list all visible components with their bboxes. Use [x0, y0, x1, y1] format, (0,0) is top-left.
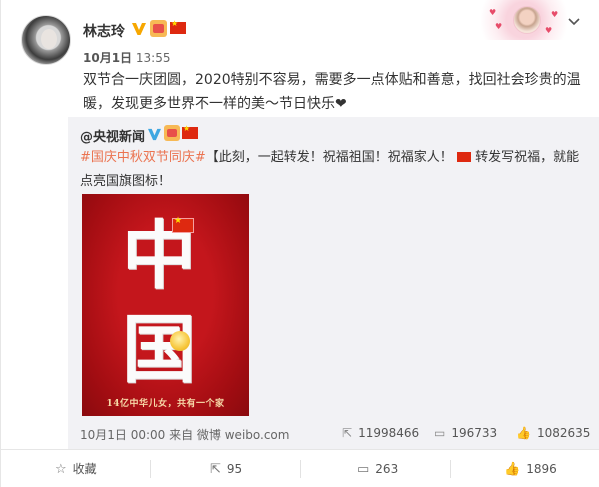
repost-likes-count: 1082635 — [536, 426, 591, 440]
post-text: 双节合一庆团圆，2020特别不容易，需要多一点体贴和善意，找回社会珍贵的温暖，发… — [83, 72, 581, 112]
china-flag-icon — [170, 19, 186, 34]
decorative-header-image: ♥ ♥ ♥ ♥ — [481, 0, 567, 40]
repost-comments[interactable]: ▭ 196733 — [434, 426, 497, 440]
repost-reposts[interactable]: ⇱ 11998466 — [342, 426, 419, 440]
repost-author[interactable]: @央视新闻 — [80, 126, 145, 145]
author-avatar[interactable] — [21, 15, 71, 65]
repost-text-part1: 【此刻，一起转发！祝福祖国！祝福家人！ — [205, 150, 453, 165]
topic-hashtag-link[interactable]: #国庆中秋双节同庆# — [80, 150, 206, 165]
comment-icon: ▭ — [434, 426, 446, 440]
post-timestamp[interactable]: 10月1日 13:55 — [83, 49, 170, 66]
post-date: 10月1日 — [83, 51, 133, 65]
comment-button[interactable]: ▭ 263 — [357, 450, 398, 487]
member-crown-icon[interactable] — [164, 125, 180, 141]
repost-count: 95 — [226, 462, 243, 476]
china-flag-icon — [456, 152, 471, 162]
member-crown-icon[interactable] — [150, 20, 167, 37]
author-name[interactable]: 林志玲 — [83, 21, 125, 41]
like-button[interactable]: 👍 1896 — [504, 450, 557, 487]
heart-icon: ♥ — [545, 26, 553, 35]
action-bar: ☆ 收藏 ⇱ 95 ▭ 263 👍 1896 — [1, 449, 599, 487]
repost-icon: ⇱ — [342, 426, 353, 440]
verified-v-icon — [148, 128, 161, 141]
repost-icon: ⇱ — [210, 462, 221, 477]
favorite-label: 收藏 — [72, 462, 97, 476]
like-icon: 👍 — [504, 462, 521, 477]
repost-button[interactable]: ⇱ 95 — [210, 450, 242, 487]
chevron-down-icon[interactable] — [567, 15, 581, 29]
weibo-post-card: 林志玲 10月1日 13:55 ♥ ♥ ♥ ♥ 双节合一庆团圆，2020特别不容… — [0, 0, 599, 487]
like-icon: 👍 — [516, 426, 531, 440]
repost-comments-count: 196733 — [451, 426, 498, 440]
heart-icon: ♥ — [551, 10, 559, 19]
poster-character-top: 中 — [122, 213, 196, 299]
star-icon: ☆ — [55, 462, 67, 477]
china-flag-icon — [182, 124, 198, 139]
moon-icon — [170, 331, 190, 351]
national-day-poster-image[interactable]: 中 国 14亿中华儿女，共有一个家 — [82, 194, 249, 416]
verified-v-icon — [132, 23, 146, 35]
comment-count: 263 — [375, 462, 399, 476]
like-count: 1896 — [526, 462, 557, 476]
reposted-weibo[interactable]: @央视新闻 #国庆中秋双节同庆#【此刻，一起转发！祝福祖国！祝福家人！ 转发写祝… — [68, 117, 599, 449]
poster-slogan: 14亿中华儿女，共有一个家 — [106, 399, 225, 409]
china-flag-icon — [172, 216, 194, 233]
repost-text: #国庆中秋双节同庆#【此刻，一起转发！祝福祖国！祝福家人！ 转发写祝福，就能点亮… — [80, 146, 590, 194]
post-time: 13:55 — [135, 51, 171, 65]
repost-likes[interactable]: 👍 1082635 — [516, 426, 590, 440]
favorite-button[interactable]: ☆ 收藏 — [55, 450, 97, 487]
repost-reposts-count: 11998466 — [358, 426, 420, 440]
comment-icon: ▭ — [357, 462, 370, 477]
celebrity-portrait — [513, 6, 541, 34]
heart-icon: ♥ — [489, 8, 497, 17]
heart-icon: ♥ — [495, 22, 503, 31]
repost-meta[interactable]: 10月1日 00:00 来自 微博 weibo.com — [80, 426, 289, 443]
